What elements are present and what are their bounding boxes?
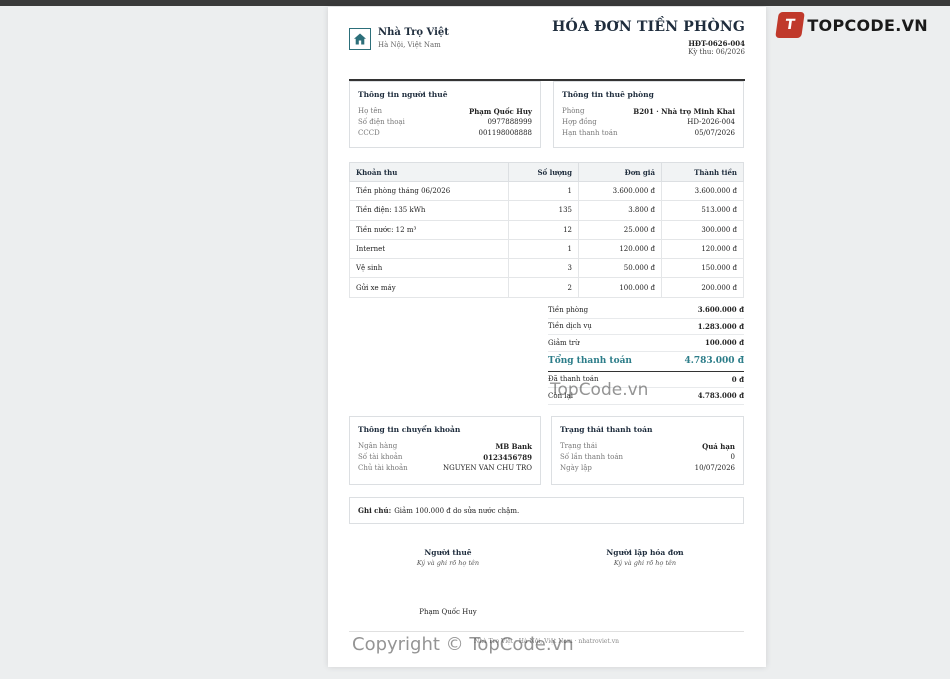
top-bar bbox=[0, 0, 950, 6]
tenant-signature-name: Phạm Quốc Huy bbox=[419, 608, 477, 616]
room-card-title: Thông tin thuê phòng bbox=[562, 90, 654, 99]
tenant-row: Số điện thoại 0977888999 bbox=[358, 118, 532, 126]
summary-row: Giảm trừ 100.000 đ bbox=[548, 335, 744, 352]
col-header-qty: Số lượng bbox=[508, 162, 579, 182]
status-row: Số lần thanh toán 0 bbox=[560, 453, 735, 461]
issuer-signature-block: Người lập hóa đơn Ký và ghi rõ họ tên bbox=[575, 548, 715, 567]
bank-card-title: Thông tin chuyển khoản bbox=[358, 425, 461, 434]
bank-account-holder: NGUYEN VAN CHU TRO bbox=[443, 464, 532, 472]
table-row: Tiền điện: 135 kWh 135 3.800 đ 513.000 đ bbox=[349, 200, 744, 221]
invoice-footer: Nhà Trọ Việt · Hà Nội, Việt Nam · nhatro… bbox=[349, 631, 744, 645]
summary-row: Tiền dịch vụ 1.283.000 đ bbox=[548, 319, 744, 335]
table-header-row: Khoản thu Số lượng Đơn giá Thành tiền bbox=[349, 162, 744, 182]
table-row: Tiền phòng tháng 06/2026 1 3.600.000 đ 3.60… bbox=[349, 180, 744, 202]
col-header-amount: Thành tiền bbox=[661, 162, 744, 182]
issuer-signature-hint: Ký và ghi rõ họ tên bbox=[613, 559, 677, 567]
status-row: Ngày lập 10/07/2026 bbox=[560, 464, 735, 472]
summary-total-row: Tổng thanh toán 4.783.000 đ bbox=[548, 352, 744, 372]
summary-row: Tiền phòng 3.600.000 đ bbox=[548, 302, 744, 319]
note-text: Giảm 100.000 đ do sửa nước chậm. bbox=[394, 506, 520, 515]
tenant-card: Thông tin người thuê Họ tên Phạm Quốc Huy… bbox=[349, 81, 541, 148]
tenant-card-title: Thông tin người thuê bbox=[358, 90, 448, 99]
invoice-note: Ghi chú: Giảm 100.000 đ do sửa nước chậm… bbox=[349, 497, 744, 524]
site-brand-text: TOPCODE.VN bbox=[807, 15, 928, 35]
invoice-code: HĐT-0626-004 bbox=[688, 39, 745, 48]
room-card: Thông tin thuê phòng Phòng B201 · Nhà trọ… bbox=[553, 81, 744, 148]
status-card-title: Trạng thái thanh toán bbox=[560, 425, 653, 434]
payment-count: 0 bbox=[730, 453, 735, 461]
tenant-signature-block: Người thuê Ký và ghi rõ họ tên bbox=[378, 548, 518, 567]
summary-row: Còn lại 4.783.000 đ bbox=[548, 388, 744, 405]
tenant-phone: 0977888999 bbox=[487, 118, 532, 126]
remaining-amount: 4.783.000 đ bbox=[697, 391, 744, 401]
bank-row: Ngân hàng MB Bank bbox=[358, 442, 533, 451]
company-name: Nhà Trọ Việt bbox=[378, 27, 449, 38]
table-row: Tiền nước: 12 m³ 12 25.000 đ 300.000 đ bbox=[349, 219, 744, 240]
invoice-period: Kỳ thu: 06/2026 bbox=[688, 48, 745, 56]
note-label: Ghi chú: bbox=[358, 506, 392, 515]
tenant-signature-role: Người thuê bbox=[424, 548, 472, 557]
tenant-signature-hint: Ký và ghi rõ họ tên bbox=[416, 559, 480, 567]
summary-block: Tiền phòng 3.600.000 đ Tiền dịch vụ 1.283.… bbox=[548, 302, 744, 405]
col-header-price: Đơn giá bbox=[578, 162, 662, 182]
tenant-row: Họ tên Phạm Quốc Huy bbox=[358, 107, 532, 116]
room-row: Phòng B201 · Nhà trọ Minh Khai bbox=[562, 107, 735, 116]
bank-row: Chủ tài khoản NGUYEN VAN CHU TRO bbox=[358, 464, 532, 472]
table-row: Internet 1 120.000 đ 120.000 đ bbox=[349, 238, 744, 260]
charges-table: Khoản thu Số lượng Đơn giá Thành tiền Ti… bbox=[349, 162, 744, 298]
bank-name: MB Bank bbox=[495, 442, 533, 451]
site-brand[interactable]: T TOPCODE.VN bbox=[775, 12, 928, 38]
col-header-item: Khoản thu bbox=[349, 162, 509, 182]
house-icon bbox=[349, 28, 371, 50]
summary-row: Đã thanh toán 0 đ bbox=[548, 372, 744, 388]
bank-account-number: 0123456789 bbox=[483, 453, 532, 462]
tenant-id: 001198008888 bbox=[478, 129, 532, 137]
status-row: Trạng thái Quá hạn bbox=[560, 442, 735, 451]
room-row: Hạn thanh toán 05/07/2026 bbox=[562, 129, 735, 137]
status-badge: Quá hạn bbox=[702, 442, 735, 451]
company-address: Hà Nội, Việt Nam bbox=[378, 41, 441, 49]
issue-date: 10/07/2026 bbox=[694, 464, 735, 472]
tenant-name: Phạm Quốc Huy bbox=[468, 107, 532, 116]
contract-code: HD-2026-004 bbox=[687, 118, 735, 126]
room-name: B201 · Nhà trọ Minh Khai bbox=[633, 107, 735, 116]
room-row: Hợp đồng HD-2026-004 bbox=[562, 118, 735, 126]
table-row: Vệ sinh 3 50.000 đ 150.000 đ bbox=[349, 258, 744, 279]
table-row: Gửi xe máy 2 100.000 đ 200.000 đ bbox=[349, 277, 744, 298]
bank-row: Số tài khoản 0123456789 bbox=[358, 453, 532, 462]
due-date: 05/07/2026 bbox=[694, 129, 735, 137]
invoice-header: Nhà Trọ Việt Hà Nội, Việt Nam HÓA ĐƠN TI… bbox=[349, 19, 745, 81]
tenant-row: CCCD 001198008888 bbox=[358, 129, 532, 137]
total-amount: 4.783.000 đ bbox=[684, 356, 744, 366]
bank-card: Thông tin chuyển khoản Ngân hàng MB Bank … bbox=[349, 416, 541, 485]
issuer-signature-role: Người lập hóa đơn bbox=[606, 548, 684, 557]
payment-status-card: Trạng thái thanh toán Trạng thái Quá hạn … bbox=[551, 416, 744, 485]
topcode-logo-icon: T bbox=[775, 12, 806, 38]
invoice-title: HÓA ĐƠN TIỀN PHÒNG bbox=[552, 19, 745, 35]
